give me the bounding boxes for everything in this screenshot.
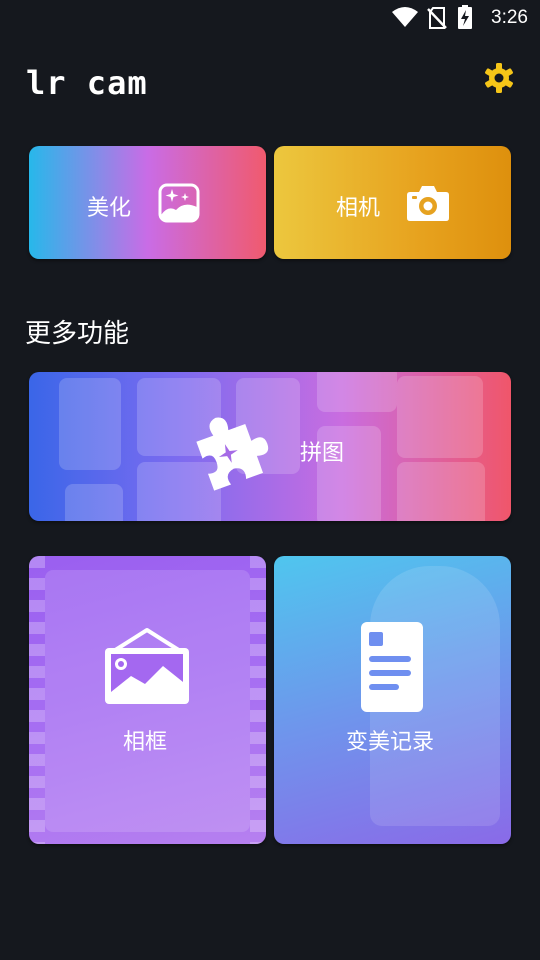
frame-button[interactable]: 相框 [29,556,266,844]
beautify-label: 美化 [87,196,132,221]
camera-label: 相机 [336,196,381,221]
status-time: 3:26 [491,7,528,28]
app-title: lr cam [26,64,148,102]
gear-icon[interactable] [483,62,515,94]
film-strip-right [250,556,266,844]
beautify-button[interactable]: 美化 [29,146,266,259]
collage-button[interactable]: 拼图 [29,372,511,521]
frame-label: 相框 [123,730,168,755]
image-sparkle-icon [158,183,200,223]
collage-photo [397,376,483,458]
framed-picture-icon [105,628,189,704]
section-title-more-features: 更多功能 [25,319,130,349]
no-sim-icon [427,7,447,29]
camera-button[interactable]: 相机 [274,146,511,259]
collage-label: 拼图 [300,441,345,466]
beauty-history-button[interactable]: 变美记录 [274,556,511,844]
battery-charging-icon [458,5,472,29]
camera-icon [407,186,449,221]
document-icon [361,622,423,712]
collage-photo [59,378,121,470]
collage-photo [317,372,397,412]
collage-photo [65,484,123,521]
status-bar: 3:26 [0,0,540,36]
collage-photo [397,462,485,521]
film-strip-left [29,556,45,844]
beauty-history-label: 变美记录 [346,730,435,755]
wifi-icon [392,7,418,27]
